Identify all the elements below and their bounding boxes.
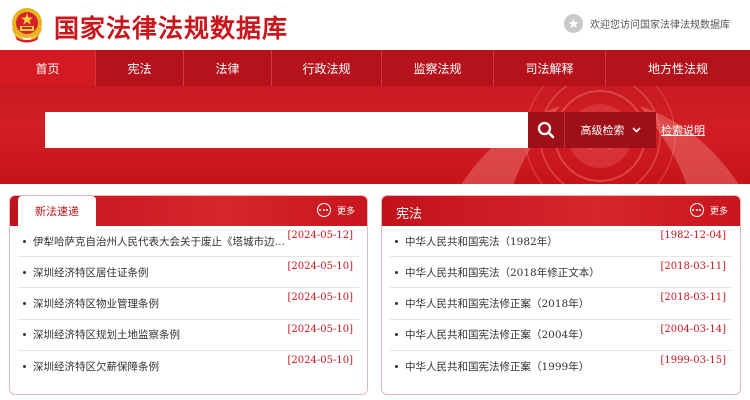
national-emblem-icon (12, 8, 42, 43)
bullet (23, 333, 26, 337)
nav-item-supervisory-regulations[interactable]: 监察法规 (382, 50, 494, 86)
more-label: 更多 (709, 206, 728, 217)
panel-title[interactable]: 宪法 (396, 203, 422, 222)
law-title[interactable]: 深圳经济特区规划土地监察条例 (33, 327, 180, 342)
search-help-link[interactable]: 检索说明 (661, 122, 705, 138)
law-date: [2018-03-11] (660, 261, 726, 273)
list-item[interactable]: 中华人民共和国宪法（2018年修正文本） [2018-03-11] (390, 257, 732, 289)
list-item[interactable]: 中华人民共和国宪法（1982年） [1982-12-04] (390, 226, 732, 258)
more-icon (689, 203, 704, 217)
law-date: [2024-05-10] (287, 261, 353, 273)
bullet (395, 270, 398, 274)
bullet (23, 301, 26, 305)
law-date: [2024-05-10] (287, 292, 353, 304)
welcome-text: 欢迎您访问国家法律法规数据库 (590, 20, 730, 31)
nav-item-constitution[interactable]: 宪法 (96, 50, 184, 86)
more-link[interactable]: 更多 (316, 203, 355, 217)
constitution-panel: 宪法 更多 中华人民共和国宪法（1982年） [1982-12-04] 中华人民共… (381, 195, 741, 395)
nav-item-local-regulations[interactable]: 地方性法规 (606, 50, 750, 86)
site-title[interactable]: 国家法律法规数据库 (54, 9, 288, 45)
bullet (23, 270, 26, 274)
law-date: [2004-03-14] (660, 323, 726, 335)
law-title[interactable]: 中华人民共和国宪法修正案（1999年） (405, 359, 589, 374)
more-link[interactable]: 更多 (689, 203, 728, 217)
law-title[interactable]: 伊犁哈萨克自治州人民代表大会关于废止《塔城市边境… (33, 234, 288, 249)
list-item[interactable]: 深圳经济特区欠薪保障条例 [2024-05-10] (18, 351, 359, 382)
law-title[interactable]: 深圳经济特区欠薪保障条例 (33, 359, 159, 374)
more-label: 更多 (336, 206, 355, 217)
bullet (395, 239, 398, 243)
more-icon (316, 203, 331, 217)
bullet (23, 364, 26, 368)
law-title[interactable]: 中华人民共和国宪法（2018年修正文本） (405, 265, 600, 280)
search-input[interactable] (45, 112, 528, 148)
search-banner: 高级检索 检索说明 (0, 86, 750, 184)
law-date: [1982-12-04] (660, 230, 726, 241)
search-button[interactable] (528, 112, 564, 148)
main-nav: 首页 宪法 法律 行政法规 监察法规 司法解释 地方性法规 (0, 50, 750, 86)
list-item[interactable]: 中华人民共和国宪法修正案（2004年） [2004-03-14] (390, 320, 732, 351)
nav-item-judicial-interpretation[interactable]: 司法解释 (494, 50, 606, 86)
law-title[interactable]: 中华人民共和国宪法修正案（2018年） (405, 296, 589, 311)
list-item[interactable]: 伊犁哈萨克自治州人民代表大会关于废止《塔城市边境… [2024-05-12] (18, 226, 359, 258)
panel-header: 新法速递 更多 (10, 196, 367, 226)
search-icon (537, 121, 555, 139)
star-icon (564, 14, 583, 33)
tab-new-laws[interactable]: 新法速递 (18, 196, 96, 226)
nav-item-law[interactable]: 法律 (184, 50, 272, 86)
law-title[interactable]: 深圳经济特区物业管理条例 (33, 296, 159, 311)
law-title[interactable]: 中华人民共和国宪法修正案（2004年） (405, 327, 589, 342)
site-header: 国家法律法规数据库 欢迎您访问国家法律法规数据库 (0, 0, 750, 50)
chevron-down-icon (631, 127, 641, 133)
law-date: [2024-05-10] (287, 323, 353, 335)
law-title[interactable]: 深圳经济特区居住证条例 (33, 265, 149, 280)
bullet (23, 239, 26, 243)
law-date: [2024-05-12] (287, 230, 353, 241)
panel-header: 宪法 更多 (382, 196, 740, 226)
list-item[interactable]: 深圳经济特区物业管理条例 [2024-05-10] (18, 288, 359, 320)
law-date: [2018-03-11] (660, 292, 726, 304)
nav-item-administrative-regulations[interactable]: 行政法规 (272, 50, 382, 86)
new-laws-panel: 新法速递 更多 伊犁哈萨克自治州人民代表大会关于废止《塔城市边境… [2024-0… (9, 195, 368, 395)
law-date: [2024-05-10] (287, 354, 353, 366)
bullet (395, 301, 398, 305)
list-item[interactable]: 中华人民共和国宪法修正案（1999年） [1999-03-15] (390, 351, 732, 382)
law-date: [1999-03-15] (660, 354, 726, 366)
nav-item-home[interactable]: 首页 (0, 50, 96, 86)
bullet (395, 333, 398, 337)
welcome-area: 欢迎您访问国家法律法规数据库 (564, 14, 730, 33)
new-laws-list: 伊犁哈萨克自治州人民代表大会关于废止《塔城市边境… [2024-05-12] 深圳… (10, 226, 367, 382)
constitution-list: 中华人民共和国宪法（1982年） [1982-12-04] 中华人民共和国宪法（2… (382, 226, 740, 382)
law-title[interactable]: 中华人民共和国宪法（1982年） (405, 234, 558, 249)
list-item[interactable]: 深圳经济特区居住证条例 [2024-05-10] (18, 257, 359, 289)
advanced-search-label: 高级检索 (580, 124, 625, 137)
list-item[interactable]: 深圳经济特区规划土地监察条例 [2024-05-10] (18, 320, 359, 351)
bullet (395, 364, 398, 368)
list-item[interactable]: 中华人民共和国宪法修正案（2018年） [2018-03-11] (390, 288, 732, 320)
advanced-search-button[interactable]: 高级检索 (564, 112, 656, 148)
